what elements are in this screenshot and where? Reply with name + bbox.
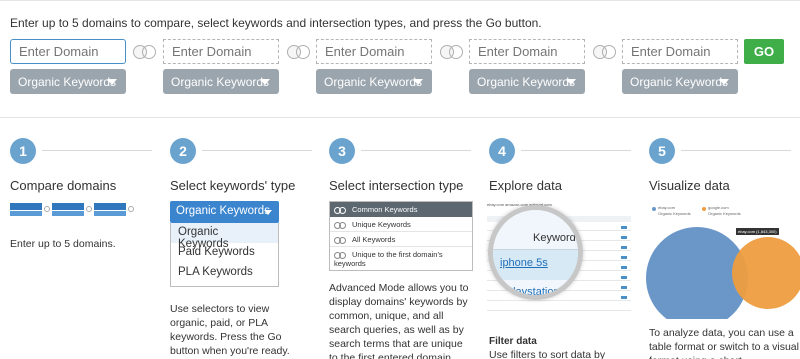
chevron-down-icon xyxy=(719,79,729,85)
dropdown-option-pla[interactable]: PLA Keywords xyxy=(171,263,278,283)
chevron-down-icon xyxy=(264,210,272,215)
filter-data-text: Use filters to sort data by xyxy=(489,349,606,359)
step-2-text: Use selectors to view organic, paid, or … xyxy=(170,303,290,357)
step-number-badge: 4 xyxy=(489,138,515,164)
step-1-text: Enter up to 5 domains. xyxy=(10,238,116,250)
step-connector-line xyxy=(202,150,312,151)
intersection-option-unique[interactable]: Unique Keywords xyxy=(330,217,472,232)
step1-mini-preview xyxy=(10,203,150,217)
step-title: Explore data xyxy=(489,178,562,193)
step-2: 2 Select keywords' type xyxy=(170,138,320,193)
instructions-text: Enter up to 5 domains to compare, select… xyxy=(10,16,542,30)
keyword-type-select-2-label: Organic Keywords xyxy=(171,75,270,89)
keyword-type-select-3[interactable]: Organic Keywords xyxy=(316,69,432,94)
keyword-type-select-5[interactable]: Organic Keywords xyxy=(622,69,738,94)
venn-intersection-icon-1[interactable] xyxy=(133,45,157,59)
chevron-down-icon xyxy=(413,79,423,85)
keyword-link-iphone[interactable]: iphone 5s xyxy=(500,257,548,269)
go-button[interactable]: GO xyxy=(744,39,784,64)
venn-intersection-icon-4[interactable] xyxy=(593,45,617,59)
step-number-badge: 5 xyxy=(649,138,675,164)
intersection-option-unique-first[interactable]: Unique to the first domain's keywords xyxy=(330,247,472,268)
keyword-type-select-3-label: Organic Keywords xyxy=(324,75,423,89)
step-connector-line xyxy=(681,150,791,151)
domain-input-1[interactable] xyxy=(10,39,126,64)
intersection-option-all[interactable]: All Keywords xyxy=(330,232,472,247)
step-number-badge: 3 xyxy=(329,138,355,164)
intersection-type-menu: Common Keywords Unique Keywords All Keyw… xyxy=(329,201,473,271)
chevron-down-icon xyxy=(260,79,270,85)
venn-chart-preview: ebay.com Organic Keywords google.com Org… xyxy=(646,199,800,319)
keyword-type-select-1[interactable]: Organic Keywords xyxy=(10,69,126,94)
filter-data-title: Filter data xyxy=(489,336,537,347)
step-number-badge: 1 xyxy=(10,138,36,164)
venn-circle-google xyxy=(732,237,800,309)
step-title: Visualize data xyxy=(649,178,730,193)
dropdown-option-organic[interactable]: Organic Keywords xyxy=(171,223,278,250)
keyword-type-dropdown-list: Organic Keywords Paid Keywords PLA Keywo… xyxy=(170,223,279,287)
domain-compare-row: Organic Keywords Organic Keywords Organi… xyxy=(0,39,800,99)
dropdown-option-paid[interactable]: Paid Keywords xyxy=(171,243,278,263)
domain-input-4[interactable] xyxy=(469,39,585,64)
keyword-column-header: Keyword xyxy=(533,232,576,244)
intersection-option-common[interactable]: Common Keywords xyxy=(330,202,472,217)
section-divider xyxy=(0,117,800,118)
keyword-type-select-4[interactable]: Organic Keywords xyxy=(469,69,585,94)
top-border xyxy=(0,0,800,1)
keyword-type-dropdown-label: Organic Keywords xyxy=(176,205,270,217)
venn-legend: ebay.com Organic Keywords google.com Org… xyxy=(648,202,798,222)
chevron-down-icon xyxy=(566,79,576,85)
domain-input-3[interactable] xyxy=(316,39,432,64)
step-1: 1 Compare domains xyxy=(10,138,160,193)
step-number-badge: 2 xyxy=(170,138,196,164)
step-4: 4 Explore data xyxy=(489,138,639,193)
step-connector-line xyxy=(42,150,152,151)
keyword-type-select-4-label: Organic Keywords xyxy=(477,75,576,89)
step-title: Select keywords' type xyxy=(170,178,296,193)
keyword-type-select-2[interactable]: Organic Keywords xyxy=(163,69,279,94)
step-5-text: To analyze data, you can use a table for… xyxy=(649,327,799,359)
step-title: Compare domains xyxy=(10,178,117,193)
explore-domains-header: ebay.com amazon.com walmart.com xyxy=(487,202,552,207)
chevron-down-icon xyxy=(107,79,117,85)
venn-intersection-icon-2[interactable] xyxy=(287,45,311,59)
domain-input-2[interactable] xyxy=(163,39,279,64)
venn-tooltip: ebay.com (1,843,300) xyxy=(736,228,779,235)
step-5: 5 Visualize data xyxy=(649,138,799,193)
keyword-type-select-1-label: Organic Keywords xyxy=(18,75,117,89)
step-connector-line xyxy=(521,150,631,151)
keyword-type-dropdown[interactable]: Organic Keywords xyxy=(170,201,279,223)
step-connector-line xyxy=(361,150,471,151)
step-3: 3 Select intersection type xyxy=(329,138,479,193)
magnifier-lens: Keyword iphone 5s playstation 4 xyxy=(488,205,583,300)
venn-intersection-icon-3[interactable] xyxy=(440,45,464,59)
step-3-text: Advanced Mode allows you to display doma… xyxy=(329,282,469,359)
keyword-type-select-5-label: Organic Keywords xyxy=(630,75,729,89)
domain-input-5[interactable] xyxy=(622,39,738,64)
step-title: Select intersection type xyxy=(329,178,464,193)
